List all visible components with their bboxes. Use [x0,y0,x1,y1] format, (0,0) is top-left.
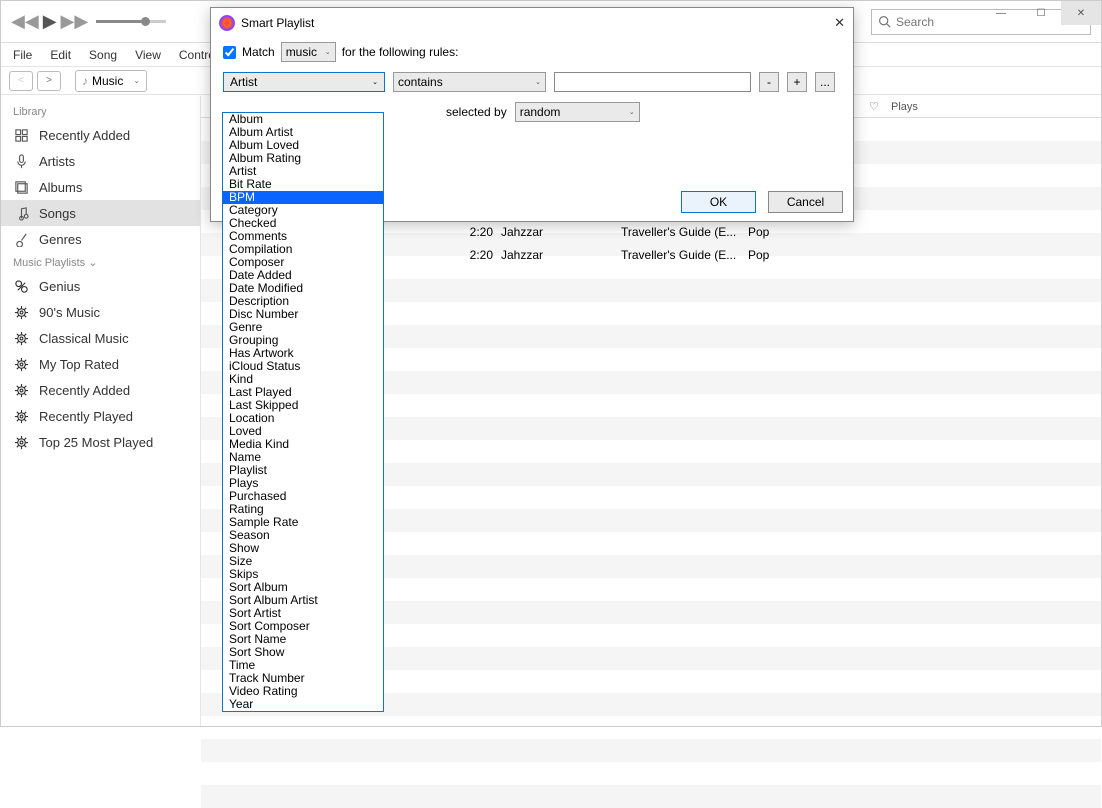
chevron-down-icon: ⌄ [325,48,331,56]
music-note-icon [13,205,29,221]
sidebar-item-recently-played[interactable]: Recently Played [1,403,200,429]
music-note-icon: ♪ [82,74,88,88]
sidebar-item-label: Recently Added [39,383,130,398]
cell-album: Traveller's Guide (E... [621,225,748,239]
ok-button[interactable]: OK [681,191,756,213]
search-icon [878,15,891,28]
menu-view[interactable]: View [135,48,161,62]
window-maximize[interactable]: ☐ [1021,1,1061,25]
menu-edit[interactable]: Edit [50,48,71,62]
match-label: Match [242,45,275,59]
play-icon[interactable]: ▶ [43,11,57,32]
microphone-icon [13,153,29,169]
close-icon[interactable]: ✕ [834,15,845,31]
gear-icon [13,434,29,450]
window-minimize[interactable]: — [981,1,1021,25]
library-picker-label: Music [92,74,123,88]
col-plays[interactable]: Plays [885,101,935,113]
value-input[interactable] [554,72,751,92]
selected-by-select[interactable]: random⌄ [515,102,640,122]
nav-forward-button[interactable]: > [37,71,61,91]
previous-icon[interactable]: ◀◀ [11,11,39,32]
dialog-buttons: OK Cancel [681,191,843,213]
sidebar-item-genres[interactable]: Genres [1,226,200,252]
sidebar-item-albums[interactable]: Albums [1,174,200,200]
sidebar-item-classical-music[interactable]: Classical Music [1,325,200,351]
dialog-titlebar: Smart Playlist ✕ [211,8,853,38]
cell-album: Traveller's Guide (E... [621,248,748,262]
sidebar-item-label: Recently Played [39,409,133,424]
nav-back-button[interactable]: < [9,71,33,91]
guitar-icon [13,231,29,247]
sidebar-item-label: Recently Added [39,128,130,143]
field-select[interactable]: Artist⌄ [223,72,385,92]
gear-icon [13,330,29,346]
cell-genre: Pop [748,225,808,239]
gear-icon [13,382,29,398]
chevron-down-icon: ⌄ [88,257,97,269]
remove-rule-button[interactable]: - [759,72,779,92]
albums-icon [13,179,29,195]
match-row: Match music⌄ for the following rules: [223,42,841,62]
transport-controls: ◀◀ ▶ ▶▶ [11,11,88,32]
gear-icon [13,356,29,372]
cell-artist: Jahzzar [501,225,621,239]
sidebar-item-label: Genius [39,279,80,294]
sidebar-playlists-header[interactable]: Music Playlists ⌄ [1,252,200,273]
window-close[interactable]: ✕ [1061,1,1101,25]
sidebar: Library Recently Added Artists Albums So… [1,96,201,726]
sidebar-item-my-top-rated[interactable]: My Top Rated [1,351,200,377]
sidebar-item-genius[interactable]: Genius [1,273,200,299]
sidebar-item-label: My Top Rated [39,357,119,372]
gear-icon [13,408,29,424]
sidebar-item-label: Artists [39,154,75,169]
sidebar-item-90-s-music[interactable]: 90's Music [1,299,200,325]
volume-slider[interactable] [96,20,166,23]
cancel-button[interactable]: Cancel [768,191,843,213]
menu-file[interactable]: File [13,48,32,62]
sidebar-library-header: Library [1,102,200,122]
operator-select[interactable]: contains⌄ [393,72,546,92]
dropdown-option[interactable]: Year [223,698,383,711]
menu-song[interactable]: Song [89,48,117,62]
sidebar-item-top-25-most-played[interactable]: Top 25 Most Played [1,429,200,455]
grid-icon [13,127,29,143]
window-buttons: — ☐ ✕ [981,1,1101,25]
sidebar-item-label: Classical Music [39,331,129,346]
rule-row: Artist⌄ contains⌄ - + ... [223,72,841,92]
gear-icon [13,304,29,320]
sidebar-item-recently-added[interactable]: Recently Added [1,122,200,148]
match-type-select[interactable]: music⌄ [281,42,336,62]
next-icon[interactable]: ▶▶ [61,11,89,32]
field-dropdown-list[interactable]: AlbumAlbum ArtistAlbum LovedAlbum Rating… [222,112,384,712]
cell-artist: Jahzzar [501,248,621,262]
chevron-down-icon: ⌄ [535,78,541,86]
sidebar-item-songs[interactable]: Songs [1,200,200,226]
sidebar-item-label: Songs [39,206,76,221]
match-suffix: for the following rules: [342,45,459,59]
subrule-button[interactable]: ... [815,72,835,92]
sidebar-item-label: Top 25 Most Played [39,435,153,450]
chevron-down-icon: ⌄ [133,76,140,85]
sidebar-item-artists[interactable]: Artists [1,148,200,174]
sidebar-item-label: Albums [39,180,82,195]
add-rule-button[interactable]: + [787,72,807,92]
cell-genre: Pop [748,248,808,262]
genius-icon [13,278,29,294]
chevron-down-icon: ⌄ [629,108,635,116]
itunes-icon [219,15,235,31]
match-checkbox[interactable] [223,46,236,59]
sidebar-item-label: Genres [39,232,82,247]
dialog-title: Smart Playlist [241,16,314,30]
sidebar-item-recently-added[interactable]: Recently Added [1,377,200,403]
library-picker[interactable]: ♪ Music ⌄ [75,70,147,92]
heart-icon[interactable]: ♡ [869,101,879,113]
selected-by-label: selected by [446,105,507,119]
sidebar-item-label: 90's Music [39,305,100,320]
chevron-down-icon: ⌄ [372,78,378,86]
